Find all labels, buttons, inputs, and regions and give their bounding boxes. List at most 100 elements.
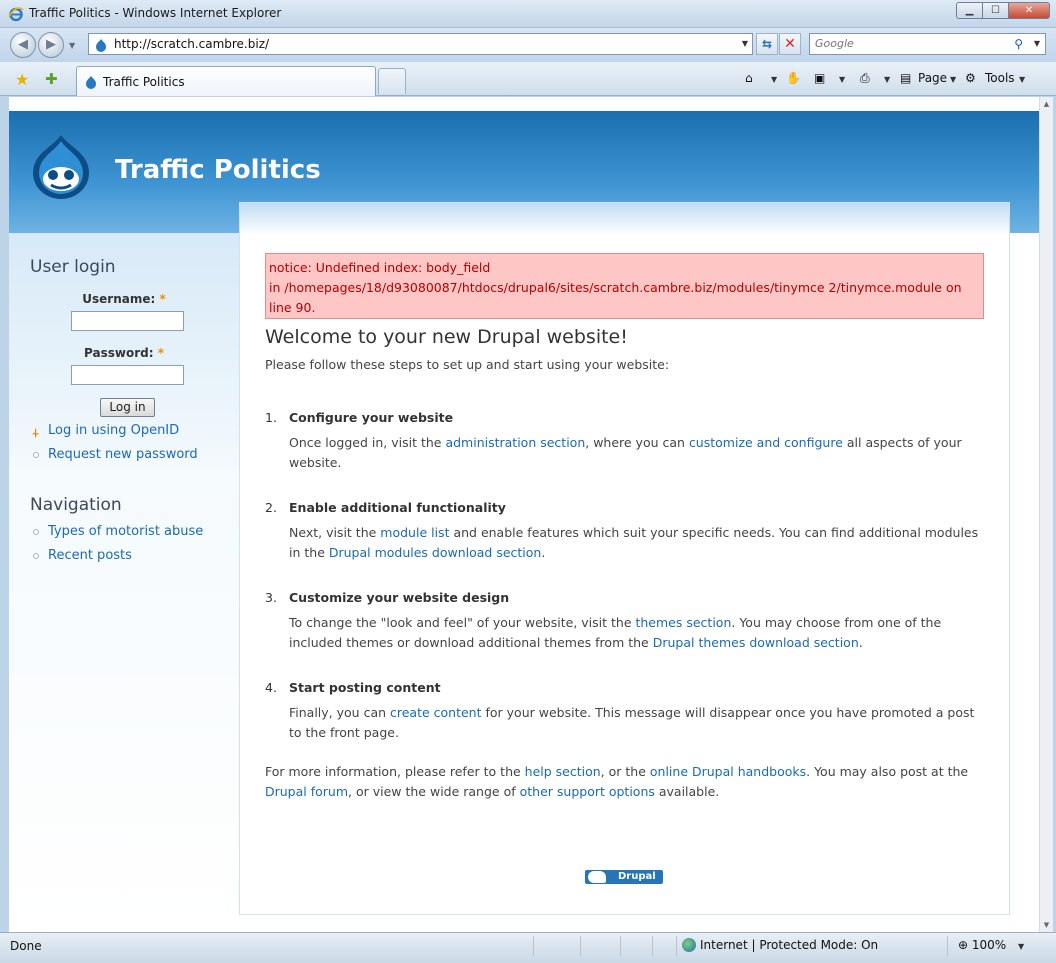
status-divider [676, 936, 677, 956]
title-bar: Traffic Politics - Windows Internet Expl… [0, 0, 1056, 28]
module-list-link[interactable]: module list [380, 525, 449, 540]
zoom-dropdown-icon[interactable]: ▼ [1018, 942, 1024, 951]
address-dropdown-icon[interactable]: ▼ [742, 39, 748, 48]
status-bar: Done Internet | Protected Mode: On ⊕ 100… [0, 932, 1056, 963]
notice-line: notice: Undefined index: body_field [269, 260, 491, 275]
username-label: Username: * [9, 292, 239, 306]
create-content-link[interactable]: create content [390, 705, 482, 720]
themes-download-link[interactable]: Drupal themes download section [653, 635, 859, 650]
zoom-value: 100% [971, 938, 1007, 952]
step-number: 1. [265, 410, 277, 425]
notice-line: line 90. [269, 300, 316, 315]
tools-gear-icon: ⚙ [965, 71, 976, 85]
step-number: 4. [265, 680, 277, 695]
scroll-up-icon[interactable]: ▲ [1040, 97, 1053, 111]
back-button[interactable]: ◀ [10, 32, 36, 58]
left-sidebar [9, 233, 239, 932]
password-label-text: Password: [84, 346, 154, 360]
themes-section-link[interactable]: themes section [635, 615, 731, 630]
window-frame-left [0, 97, 9, 932]
drupal-handbooks-link[interactable]: online Drupal handbooks [650, 764, 806, 779]
step-title: Customize your website design [289, 590, 510, 605]
internet-explorer-icon [8, 7, 24, 22]
home-icon[interactable]: ⌂ [745, 71, 753, 85]
drupal-forum-link[interactable]: Drupal forum [265, 784, 348, 799]
step-text: . [858, 635, 863, 650]
step-title: Enable additional functionality [289, 500, 506, 515]
scroll-down-icon[interactable]: ▼ [1040, 918, 1053, 932]
status-text: Done [10, 939, 42, 953]
feeds-dropdown-icon[interactable]: ▼ [839, 75, 845, 84]
print-icon[interactable]: ⎙ [860, 71, 870, 86]
status-divider [533, 936, 534, 956]
new-tab-button[interactable] [378, 68, 406, 94]
research-hand-icon[interactable]: ✋ [786, 71, 801, 85]
content-top-gradient [240, 203, 1009, 235]
help-section-link[interactable]: help section [525, 764, 601, 779]
search-input[interactable] [815, 37, 1005, 50]
address-url[interactable]: http://scratch.cambre.biz/ [114, 37, 269, 51]
drupal-favicon-icon [96, 39, 106, 52]
zoom-magnifier-icon: ⊕ [958, 938, 969, 952]
info-text: available. [654, 784, 720, 799]
feeds-icon[interactable]: ▣ [814, 71, 825, 85]
step-number: 2. [265, 500, 277, 515]
list-bullet [33, 553, 39, 559]
status-divider [580, 936, 581, 956]
recent-pages-dropdown-icon[interactable]: ▼ [69, 41, 75, 50]
login-button[interactable]: Log in [100, 398, 155, 417]
customize-configure-link[interactable]: customize and configure [689, 435, 843, 450]
support-options-link[interactable]: other support options [520, 784, 655, 799]
drupal-logo-icon[interactable] [29, 133, 93, 201]
search-options-dropdown-icon[interactable]: ▼ [1034, 39, 1040, 48]
internet-globe-icon [682, 938, 696, 952]
list-bullet [33, 452, 39, 458]
maximize-button[interactable]: ☐ [982, 2, 1008, 19]
info-text: For more information, please refer to th… [265, 764, 525, 779]
navigation-title: Navigation [30, 495, 122, 515]
step-text: , where you can [585, 435, 689, 450]
refresh-button[interactable]: ⇆ [756, 33, 778, 55]
tab-label: Traffic Politics [103, 75, 185, 89]
powered-by-label: Drupal [618, 871, 656, 882]
nav-item-motorist-abuse[interactable]: Types of motorist abuse [48, 524, 203, 539]
search-box[interactable]: ⚲ ▼ [809, 33, 1046, 55]
powered-by-drupal-badge[interactable]: Drupal [585, 870, 663, 884]
password-field[interactable] [71, 365, 184, 385]
tab-bar: ★ ✚ Traffic Politics ⌂ ▼ ✋ ▣ ▼ ⎙ ▼ ▤ Pag… [0, 62, 1056, 96]
request-password-link[interactable]: Request new password [48, 447, 198, 462]
step-text: Once logged in, visit the [289, 435, 446, 450]
forward-button[interactable]: ▶ [38, 32, 64, 58]
username-field[interactable] [71, 311, 184, 331]
tools-dropdown-icon[interactable]: ▼ [1019, 75, 1025, 84]
print-dropdown-icon[interactable]: ▼ [884, 75, 890, 84]
page-dropdown-icon[interactable]: ▼ [950, 75, 956, 84]
modules-download-link[interactable]: Drupal modules download section [329, 545, 542, 560]
search-icon[interactable]: ⚲ [1014, 37, 1023, 51]
window-controls: ▁ ☐ ✕ [956, 2, 1050, 19]
tools-menu[interactable]: Tools [985, 71, 1015, 85]
add-to-favorites-icon[interactable]: ✚ [45, 70, 58, 88]
navigation-bar: ◀ ▶ ▼ http://scratch.cambre.biz/ ▼ ⇆ ✕ ⚲… [0, 28, 1056, 62]
zoom-level[interactable]: ⊕ 100% [958, 938, 1006, 952]
security-zone-text: Internet | Protected Mode: On [700, 938, 879, 952]
step-title: Start posting content [289, 680, 441, 695]
administration-section-link[interactable]: administration section [445, 435, 585, 450]
stop-button[interactable]: ✕ [779, 33, 801, 55]
page-icon: ▤ [900, 71, 912, 85]
tab-traffic-politics[interactable]: Traffic Politics [76, 66, 376, 96]
vertical-scrollbar[interactable]: ▲ ▼ [1039, 97, 1053, 932]
close-button[interactable]: ✕ [1008, 2, 1050, 19]
minimize-button[interactable]: ▁ [956, 2, 982, 19]
page-menu[interactable]: Page [918, 71, 947, 85]
required-marker: * [157, 346, 164, 360]
home-dropdown-icon[interactable]: ▼ [771, 75, 777, 84]
notice-line: in /homepages/18/d93080087/htdocs/drupal… [269, 280, 962, 295]
openid-login-link[interactable]: Log in using OpenID [48, 423, 179, 438]
username-label-text: Username: [82, 292, 156, 306]
security-zone[interactable]: Internet | Protected Mode: On [682, 938, 878, 952]
nav-item-recent-posts[interactable]: Recent posts [48, 548, 132, 563]
favorites-center-icon[interactable]: ★ [15, 70, 29, 89]
site-name[interactable]: Traffic Politics [115, 155, 321, 185]
address-bar[interactable]: http://scratch.cambre.biz/ ▼ [88, 33, 753, 55]
